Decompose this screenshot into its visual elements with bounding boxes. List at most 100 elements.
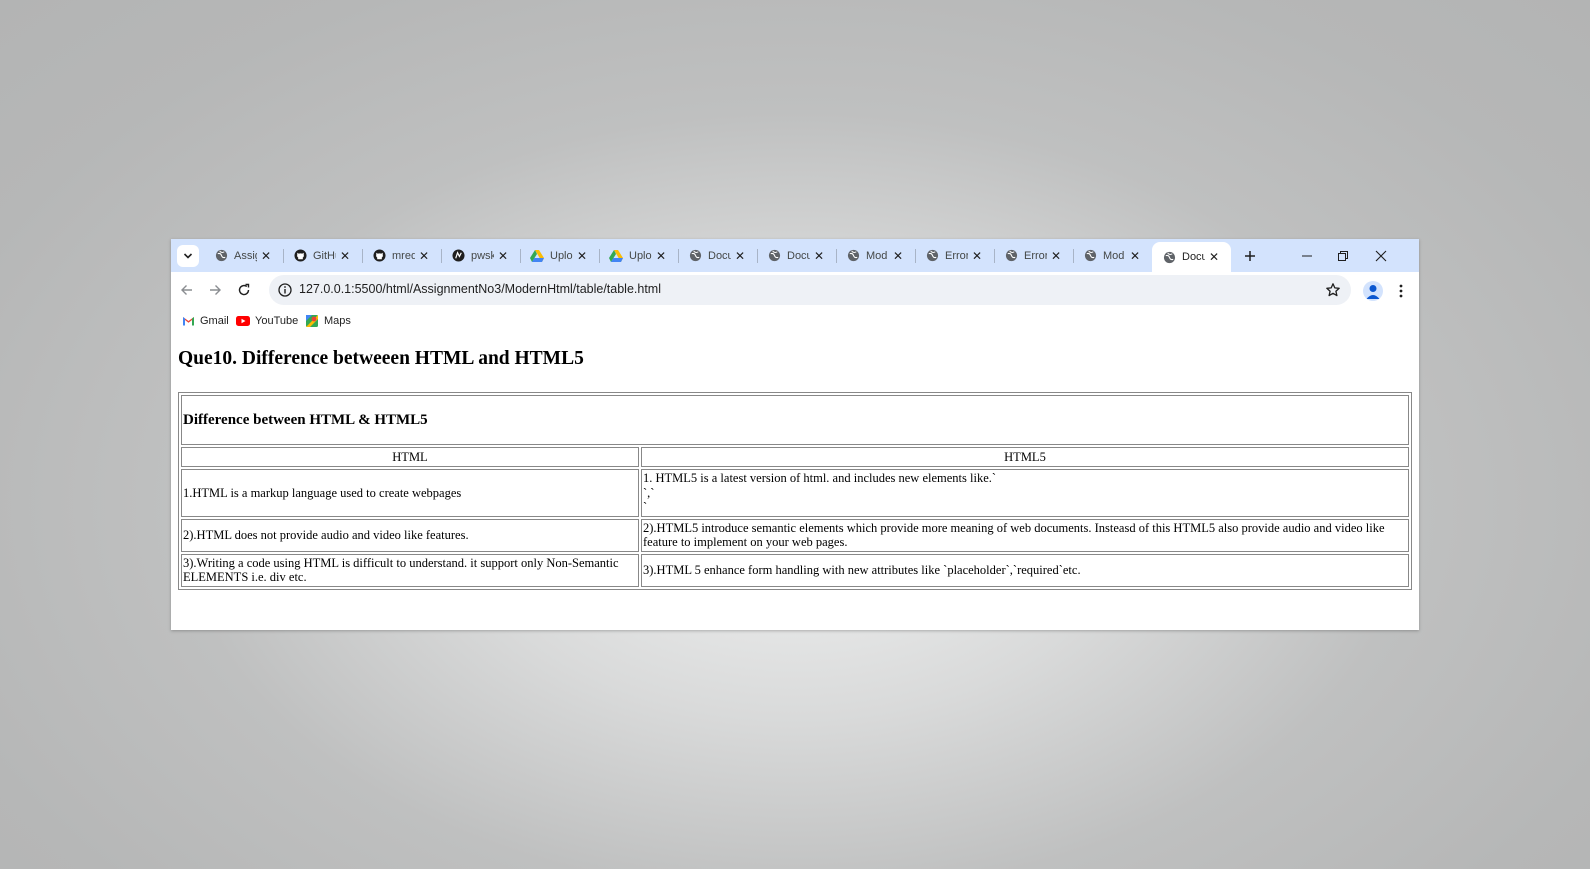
tab-title: Error: [945, 249, 968, 262]
close-icon[interactable]: ✕: [336, 247, 354, 265]
close-icon: [1375, 250, 1387, 261]
table-cell-html: 1.HTML is a markup language used to crea…: [181, 469, 639, 517]
globe-icon: [767, 249, 781, 263]
close-icon[interactable]: ✕: [1126, 247, 1144, 265]
tab-title: Docu: [787, 249, 810, 262]
tab-docu-1[interactable]: Docu ✕: [678, 239, 758, 272]
tab-title: mred: [392, 249, 415, 262]
tab-mod-1[interactable]: Mod ✕: [836, 239, 916, 272]
close-icon[interactable]: ✕: [810, 247, 828, 265]
tab-title: Error: [1024, 249, 1047, 262]
tab-title: GitHu: [313, 249, 336, 262]
column-header-html: HTML: [181, 447, 639, 467]
table-header-row: HTML HTML5: [181, 447, 1409, 467]
person-icon: [1366, 285, 1380, 299]
tab-error-1[interactable]: Error ✕: [915, 239, 995, 272]
close-icon[interactable]: ✕: [889, 247, 907, 265]
close-icon[interactable]: ✕: [1047, 247, 1065, 265]
tab-title: pwsk: [471, 249, 494, 262]
star-icon[interactable]: [1325, 282, 1341, 298]
tab-title: Mod: [1103, 249, 1125, 262]
reload-button[interactable]: [232, 278, 256, 302]
minimize-button[interactable]: [1289, 239, 1325, 272]
globe-icon: [688, 249, 702, 263]
tab-error-2[interactable]: Error ✕: [994, 239, 1074, 272]
tab-title: Mod: [866, 249, 888, 262]
arrow-right-icon: [210, 285, 221, 295]
tab-mred[interactable]: mred ✕: [362, 239, 442, 272]
github-icon: [372, 249, 386, 263]
plus-icon: [1245, 251, 1255, 261]
tab-search-button[interactable]: [177, 245, 199, 267]
restore-icon: [1338, 250, 1348, 261]
tab-title: Uplo: [629, 249, 652, 262]
bookmark-gmail[interactable]: Gmail: [181, 312, 229, 330]
tab-mod-2[interactable]: Mod ✕: [1073, 239, 1152, 272]
close-icon[interactable]: ✕: [573, 247, 591, 265]
toolbar: 127.0.0.1:5500/html/AssignmentNo3/Modern…: [171, 272, 1419, 308]
table-row: 3).Writing a code using HTML is difficul…: [181, 553, 1409, 587]
tab-github[interactable]: GitHu ✕: [283, 239, 363, 272]
globe-icon: [1162, 250, 1176, 264]
globe-icon: [925, 249, 939, 263]
cell-line: `,`: [643, 485, 655, 500]
url-text[interactable]: 127.0.0.1:5500/html/AssignmentNo3/Modern…: [299, 282, 661, 296]
gmail-icon: [181, 315, 195, 327]
globe-icon: [214, 249, 228, 263]
close-icon[interactable]: ✕: [415, 247, 433, 265]
bookmark-maps[interactable]: Maps: [305, 312, 351, 330]
table-cell-html: 2).HTML does not provide audio and video…: [181, 518, 639, 552]
close-icon[interactable]: ✕: [731, 247, 749, 265]
address-bar[interactable]: 127.0.0.1:5500/html/AssignmentNo3/Modern…: [269, 275, 1351, 305]
close-icon[interactable]: ✕: [494, 247, 512, 265]
browser-window: Assig ✕ GitHu ✕ mred ✕ pwsk ✕ Uplo ✕: [171, 239, 1419, 630]
menu-button[interactable]: [1391, 280, 1411, 302]
close-icon[interactable]: ✕: [257, 247, 275, 265]
maps-icon: [305, 315, 319, 327]
page-content: Que10. Difference betweeen HTML and HTML…: [171, 334, 1419, 630]
tab-upload-2[interactable]: Uplo ✕: [599, 239, 679, 272]
profile-avatar[interactable]: [1363, 281, 1383, 301]
close-window-button[interactable]: [1363, 239, 1399, 272]
bookmark-label: YouTube: [255, 315, 299, 327]
tab-pwsk[interactable]: pwsk ✕: [441, 239, 521, 272]
tab-title: Docu: [708, 249, 731, 262]
info-icon[interactable]: [277, 282, 293, 298]
tab-docu-2[interactable]: Docu ✕: [757, 239, 837, 272]
minimize-icon: [1302, 255, 1312, 256]
tab-title: Assig: [234, 249, 257, 262]
chevron-down-icon: [183, 253, 193, 259]
google-drive-icon: [609, 249, 623, 263]
back-button[interactable]: [175, 278, 199, 302]
tab-docu-active[interactable]: Docu ✕: [1152, 242, 1231, 272]
close-icon[interactable]: ✕: [1205, 248, 1223, 266]
cell-line: `: [643, 500, 648, 514]
forward-button[interactable]: [203, 278, 227, 302]
bookmark-youtube[interactable]: YouTube: [236, 312, 298, 330]
table-row: 2).HTML does not provide audio and video…: [181, 518, 1409, 552]
arrow-left-icon: [181, 285, 192, 295]
table-cell-html: 3).Writing a code using HTML is difficul…: [181, 553, 639, 587]
new-tab-button[interactable]: [1239, 245, 1261, 267]
globe-icon: [846, 249, 860, 263]
tab-strip: Assig ✕ GitHu ✕ mred ✕ pwsk ✕ Uplo ✕: [171, 239, 1419, 272]
close-icon[interactable]: ✕: [968, 247, 986, 265]
tab-assig[interactable]: Assig ✕: [204, 239, 284, 272]
bookmark-label: Maps: [324, 315, 351, 327]
tab-title: Uplo: [550, 249, 573, 262]
table-cell-html5: 2).HTML5 introduce semantic elements whi…: [641, 518, 1409, 552]
column-header-html5: HTML5: [641, 447, 1409, 467]
globe-icon: [1083, 249, 1097, 263]
table-row: 1.HTML is a markup language used to crea…: [181, 469, 1409, 517]
close-icon[interactable]: ✕: [652, 247, 670, 265]
restore-button[interactable]: [1325, 239, 1361, 272]
tab-upload-1[interactable]: Uplo ✕: [520, 239, 600, 272]
google-drive-icon: [530, 249, 544, 263]
page-heading: Que10. Difference betweeen HTML and HTML…: [178, 348, 584, 369]
table-cell-html5: 1. HTML5 is a latest version of html. an…: [641, 469, 1409, 517]
comparison-table: Difference between HTML & HTML5 HTML HTM…: [178, 392, 1412, 590]
globe-icon: [1004, 249, 1018, 263]
reload-icon: [238, 283, 250, 296]
tab-title: Docu: [1182, 251, 1205, 263]
bookmarks-bar: Gmail YouTube Maps: [171, 308, 1419, 334]
